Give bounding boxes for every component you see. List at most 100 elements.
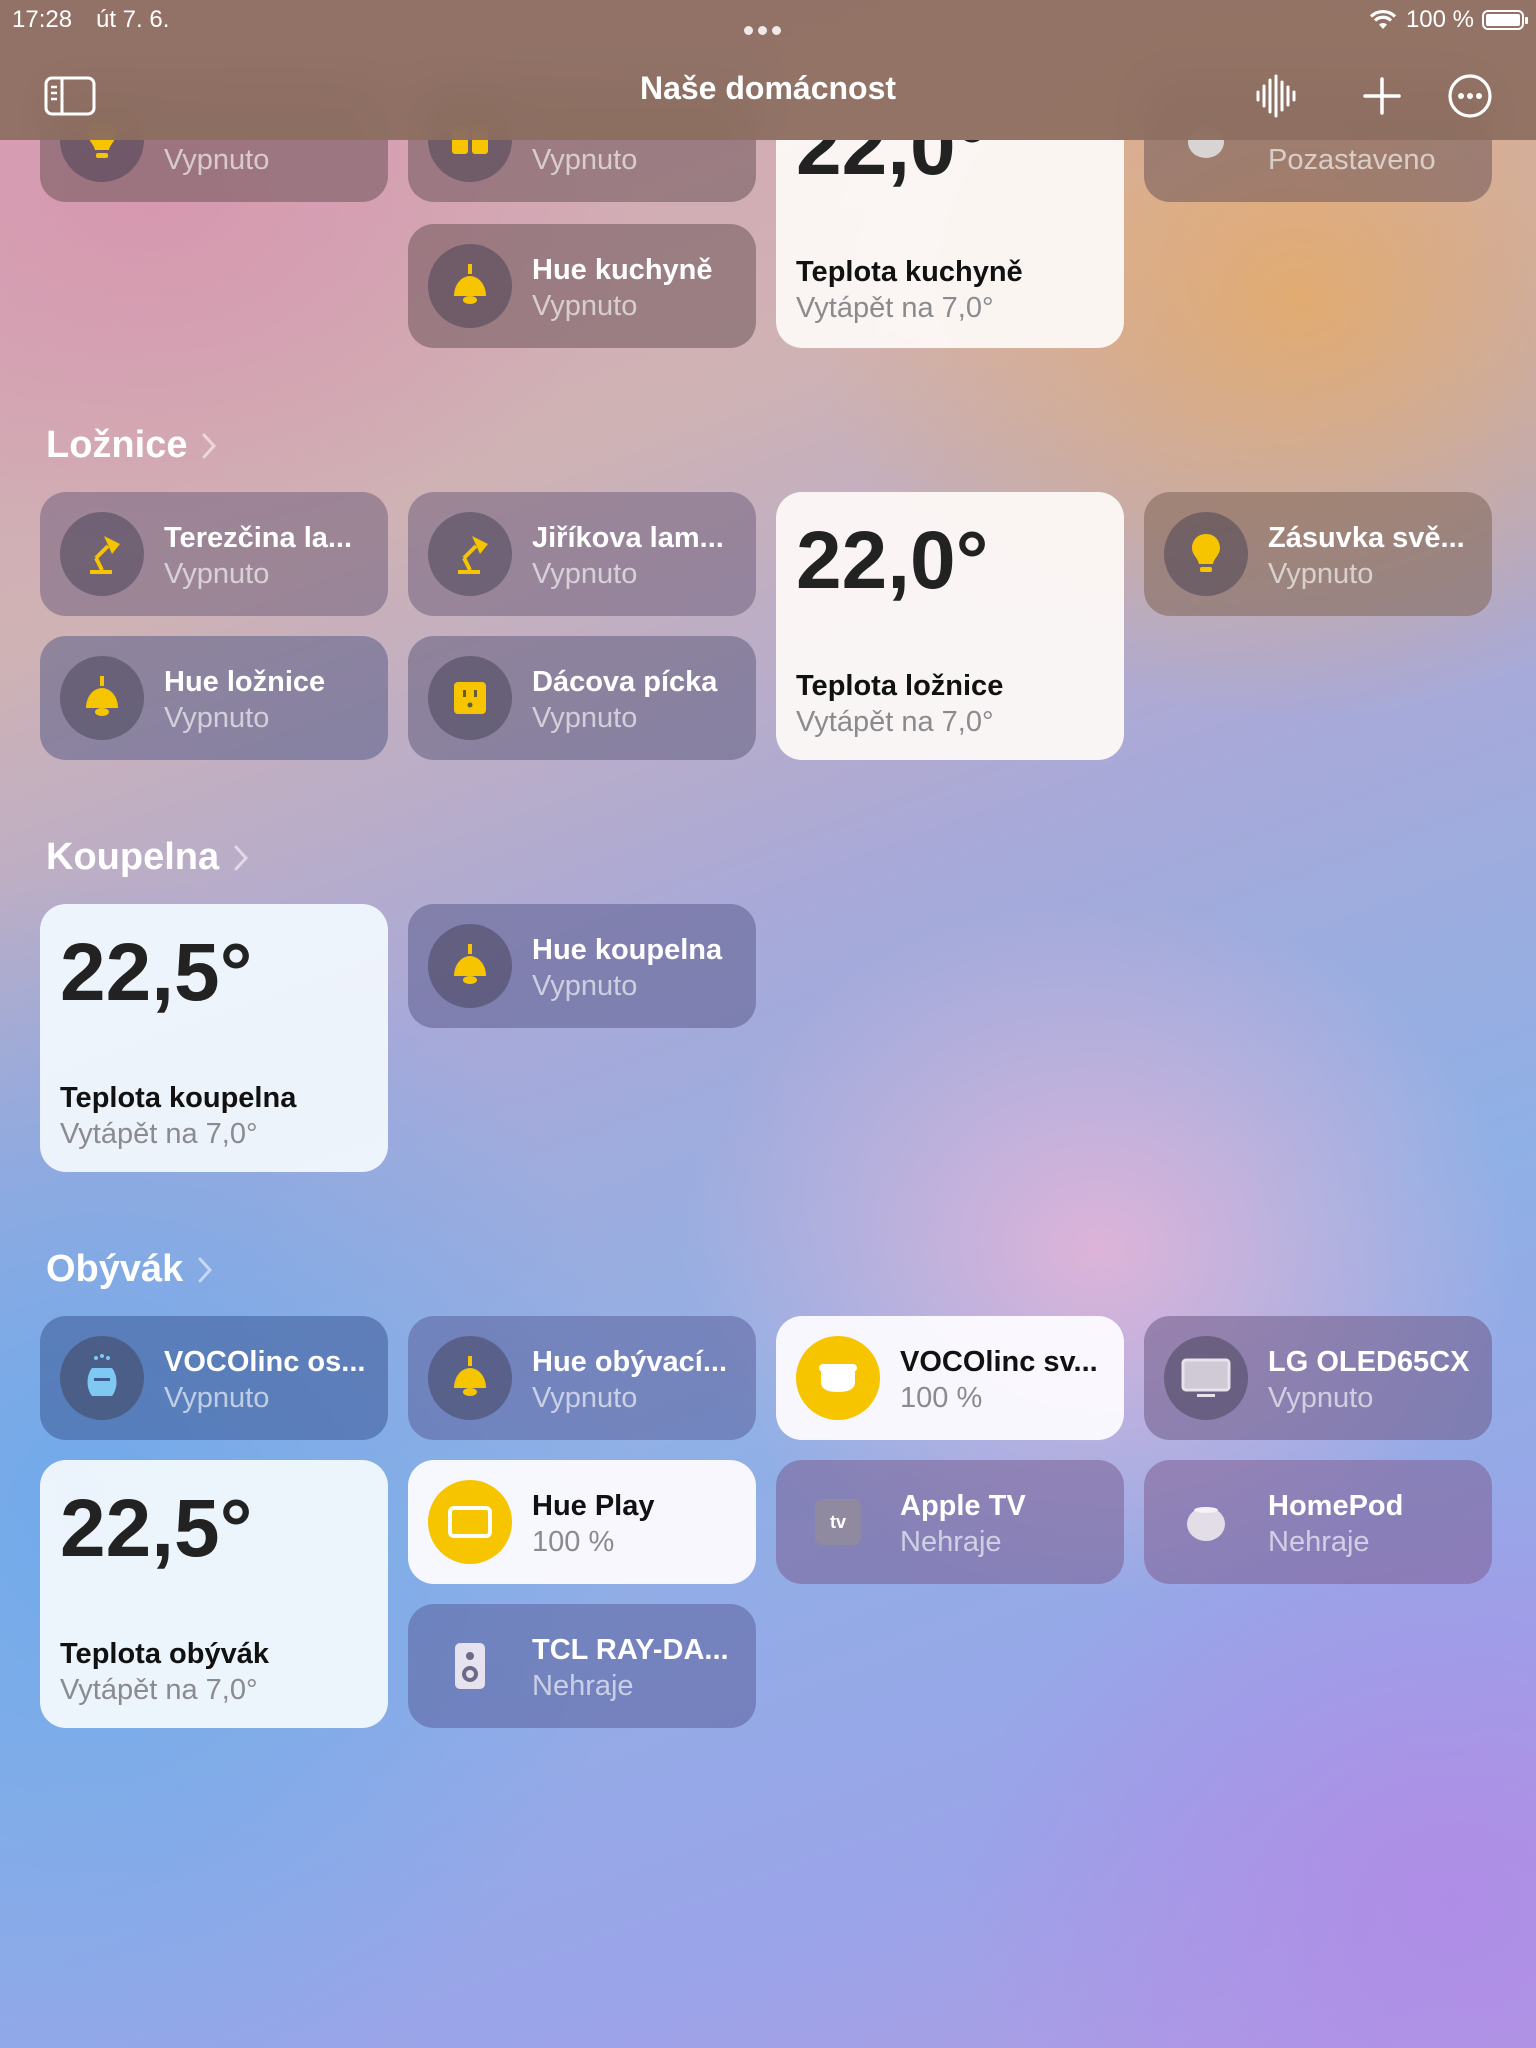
multitasking-dots-icon[interactable] bbox=[744, 14, 792, 35]
tile-state: Nehraje bbox=[900, 1526, 1002, 1558]
chevron-right-icon bbox=[234, 845, 249, 870]
accessory-tile[interactable]: VOCOlinc sv... 100 % bbox=[776, 1316, 1124, 1440]
tile-state: Vypnuto bbox=[164, 702, 270, 734]
bulb-icon bbox=[1164, 512, 1248, 596]
humidifier-icon bbox=[60, 1336, 144, 1420]
section-title: Koupelna bbox=[46, 836, 220, 878]
temperature-value: 22,5° bbox=[60, 1483, 253, 1574]
tile-state: Nehraje bbox=[1268, 1526, 1370, 1558]
tile-state: Vypnuto bbox=[532, 558, 638, 590]
page-title: Naše domácnost bbox=[639, 70, 897, 106]
tile-name: Teplota ložnice bbox=[796, 670, 1004, 702]
status-date: út 7. 6. bbox=[96, 6, 170, 33]
add-button[interactable] bbox=[1354, 68, 1410, 124]
section-obyvak[interactable]: Obývák bbox=[46, 1248, 213, 1291]
wifi-icon bbox=[1369, 9, 1397, 29]
temperature-value: 22,0° bbox=[796, 515, 989, 606]
accessory-tile[interactable]: Hue ložnice Vypnuto bbox=[40, 636, 388, 760]
section-title: Obývák bbox=[46, 1248, 184, 1290]
section-koupelna[interactable]: Koupelna bbox=[46, 836, 249, 879]
tile-name: Hue obývací... bbox=[532, 1346, 728, 1378]
accessory-tile[interactable]: Hue Play 100 % bbox=[408, 1460, 756, 1584]
accessory-tile[interactable]: tv Apple TV Nehraje bbox=[776, 1460, 1124, 1584]
tile-state: Vytápět na 7,0° bbox=[60, 1674, 258, 1706]
outlet-icon bbox=[428, 656, 512, 740]
chevron-right-icon bbox=[198, 1257, 213, 1282]
tile-state: 100 % bbox=[900, 1382, 983, 1414]
accessory-tile[interactable]: Hue obývací... Vypnuto bbox=[408, 1316, 756, 1440]
tile-name: Jiříkova lam... bbox=[532, 522, 724, 554]
tile-state: Nehraje bbox=[532, 1670, 634, 1702]
tile-name: VOCOlinc os... bbox=[164, 1346, 366, 1378]
tile-state: Vytápět na 7,0° bbox=[60, 1118, 258, 1150]
accessory-tile[interactable]: Dácova pícka Vypnuto bbox=[408, 636, 756, 760]
plus-icon bbox=[1363, 77, 1401, 115]
waveform-icon bbox=[1256, 74, 1296, 118]
status-time: 17:28 bbox=[12, 6, 73, 33]
tile-state: Vytápět na 7,0° bbox=[796, 292, 994, 324]
tile-name: Dácova pícka bbox=[532, 666, 718, 698]
ceiling-light-icon bbox=[796, 1336, 880, 1420]
temperature-value: 22,5° bbox=[60, 927, 253, 1018]
homepod-icon bbox=[1164, 1480, 1248, 1564]
battery-percent: 100 % bbox=[1405, 6, 1474, 33]
tile-name: LG OLED65CX bbox=[1268, 1346, 1470, 1378]
tile-state: Vypnuto bbox=[1268, 1382, 1374, 1414]
status-bar: 17:28 út 7. 6. 100 % bbox=[0, 0, 1536, 38]
accessory-tile[interactable]: Zásuvka svě... Vypnuto bbox=[1144, 492, 1492, 616]
tile-name: Hue Play bbox=[532, 1490, 655, 1522]
tile-state: Vytápět na 7,0° bbox=[796, 706, 994, 738]
tile-name: Apple TV bbox=[900, 1490, 1026, 1522]
tile-name: Hue ložnice bbox=[164, 666, 326, 698]
section-loznice[interactable]: Ložnice bbox=[46, 424, 217, 467]
tile-state: Vypnuto bbox=[1268, 558, 1374, 590]
pendant-lamp-icon bbox=[428, 924, 512, 1008]
tile-state: Vypnuto bbox=[164, 144, 270, 176]
tile-state: Vypnuto bbox=[164, 558, 270, 590]
temperature-tile[interactable]: 22,5° Teplota obývák Vytápět na 7,0° bbox=[40, 1460, 388, 1728]
temperature-tile[interactable]: 22,5° Teplota koupelna Vytápět na 7,0° bbox=[40, 904, 388, 1172]
tile-name: Teplota koupelna bbox=[60, 1082, 297, 1114]
apple-tv-icon: tv bbox=[796, 1480, 880, 1564]
tile-state: Vypnuto bbox=[164, 1382, 270, 1414]
temperature-tile[interactable]: 22,0° Teplota ložnice Vytápět na 7,0° bbox=[776, 492, 1124, 760]
tile-name: Hue kuchyně bbox=[532, 254, 713, 286]
tile-name: Teplota obývák bbox=[60, 1638, 269, 1670]
tile-name: Hue koupelna bbox=[532, 934, 723, 966]
more-button[interactable] bbox=[1442, 68, 1498, 124]
pendant-lamp-icon bbox=[428, 1336, 512, 1420]
apple-tv-badge: tv bbox=[815, 1499, 861, 1545]
light-bar-icon bbox=[428, 1480, 512, 1564]
pendant-lamp-icon bbox=[60, 656, 144, 740]
tile-state: Vypnuto bbox=[532, 144, 638, 176]
accessory-tile[interactable]: Terezčina la... Vypnuto bbox=[40, 492, 388, 616]
accessory-tile[interactable]: VOCOlinc os... Vypnuto bbox=[40, 1316, 388, 1440]
tile-name: HomePod bbox=[1268, 1490, 1404, 1522]
accessory-tile[interactable]: Hue koupelna Vypnuto bbox=[408, 904, 756, 1028]
tile-name: VOCOlinc sv... bbox=[900, 1346, 1098, 1378]
tile-name: TCL RAY-DA... bbox=[532, 1634, 729, 1666]
tile-name: Teplota kuchyně bbox=[796, 256, 1023, 288]
accessory-tile[interactable]: HomePod Nehraje bbox=[1144, 1460, 1492, 1584]
battery-icon bbox=[1482, 10, 1528, 30]
tile-state: Pozastaveno bbox=[1268, 144, 1436, 176]
intercom-button[interactable] bbox=[1248, 68, 1304, 124]
accessory-tile[interactable]: Jiříkova lam... Vypnuto bbox=[408, 492, 756, 616]
tile-name: Zásuvka svě... bbox=[1268, 522, 1465, 554]
tile-state: Vypnuto bbox=[532, 702, 638, 734]
accessory-tile[interactable]: TCL RAY-DA... Nehraje bbox=[408, 1604, 756, 1728]
tile-state: Vypnuto bbox=[532, 1382, 638, 1414]
tile-state: Vypnuto bbox=[532, 970, 638, 1002]
speaker-icon bbox=[428, 1624, 512, 1708]
tile-state: Vypnuto bbox=[532, 290, 638, 322]
tv-icon bbox=[1164, 1336, 1248, 1420]
pendant-lamp-icon bbox=[428, 244, 512, 328]
desk-lamp-icon bbox=[428, 512, 512, 596]
accessory-tile[interactable]: LG OLED65CX Vypnuto bbox=[1144, 1316, 1492, 1440]
tile-state: 100 % bbox=[532, 1526, 615, 1558]
accessory-tile[interactable]: Hue kuchyně Vypnuto bbox=[408, 224, 756, 348]
chevron-right-icon bbox=[202, 433, 217, 458]
tile-name: Terezčina la... bbox=[164, 522, 353, 554]
ellipsis-circle-icon bbox=[1448, 74, 1492, 118]
section-title: Ložnice bbox=[46, 424, 188, 466]
